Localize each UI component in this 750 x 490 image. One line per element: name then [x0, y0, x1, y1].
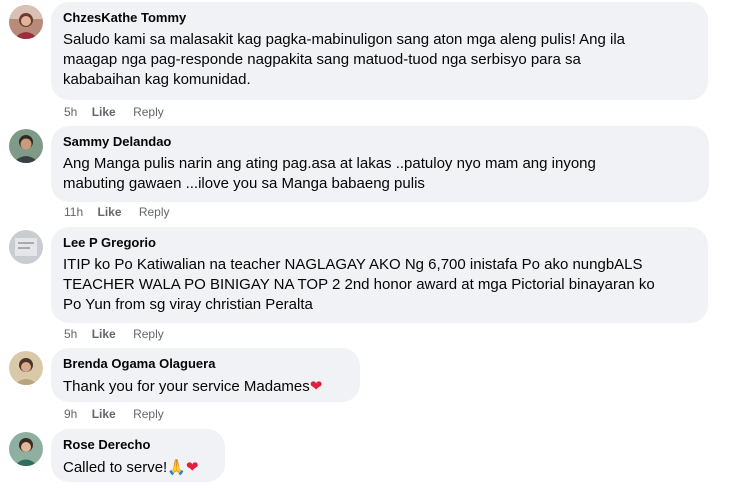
comment-timestamp[interactable]: 9h [64, 407, 77, 421]
comment-author[interactable]: ChzesKathe Tommy [63, 10, 696, 26]
comment-author[interactable]: Lee P Gregorio [63, 235, 696, 251]
reply-button[interactable]: Reply [139, 205, 170, 219]
avatar-photo-icon [9, 230, 43, 264]
avatar-photo-icon [9, 351, 43, 385]
comment-text: ITIP ko Po Katiwalian na teacher NAGLAGA… [63, 255, 696, 315]
reply-button[interactable]: Reply [133, 105, 164, 119]
avatar-photo-icon [9, 432, 43, 466]
comment-text-line: TEACHER WALA PO BINIGAY NA TOP 2 2nd hon… [63, 276, 655, 293]
comment-text-line: ITIP ko Po Katiwalian na teacher NAGLAGA… [63, 256, 643, 273]
comment: Brenda Ogama Olaguera Thank you for your… [0, 346, 750, 426]
comment-actions: 5h Like Reply [64, 327, 178, 341]
like-button[interactable]: Like [92, 105, 116, 119]
comment-bubble: Brenda Ogama Olaguera Thank you for your… [51, 348, 360, 402]
comment-bubble: ChzesKathe Tommy Saludo kami sa malasaki… [51, 2, 708, 100]
comment-timestamp[interactable]: 11h [64, 205, 83, 219]
comment-text-line: Called to serve! [63, 459, 168, 476]
reply-button[interactable]: Reply [133, 407, 164, 421]
comment-timestamp[interactable]: 5h [64, 105, 77, 119]
like-button[interactable]: Like [92, 407, 116, 421]
avatar-photo-icon [9, 5, 43, 39]
comment-text: Called to serve!🙏❤ [63, 457, 213, 478]
avatar-photo-icon [9, 129, 43, 163]
like-button[interactable]: Like [92, 327, 116, 341]
comment-text: Ang Manga pulis narin ang ating pag.asa … [63, 154, 697, 194]
comment-actions: 11h Like Reply [64, 205, 184, 219]
heart-emoji-icon: ❤ [309, 377, 323, 395]
heart-emoji-icon: ❤ [185, 458, 199, 476]
comment-text-line: kababaihan kag komunidad. [63, 71, 251, 88]
comment: Sammy Delandao Ang Manga pulis narin ang… [0, 124, 750, 219]
comment: Lee P Gregorio ITIP ko Po Katiwalian na … [0, 225, 750, 343]
comment-author[interactable]: Sammy Delandao [63, 134, 697, 150]
comment-bubble: Rose Derecho Called to serve!🙏❤ [51, 429, 225, 482]
comment-text-line: Ang Manga pulis narin ang ating pag.asa … [63, 155, 596, 172]
comment-text: Thank you for your service Madames❤ [63, 376, 348, 397]
comment-author[interactable]: Rose Derecho [63, 437, 213, 453]
comment-text-line: Saludo kami sa malasakit kag pagka-mabin… [63, 31, 626, 48]
comment: ChzesKathe Tommy Saludo kami sa malasaki… [0, 0, 750, 119]
avatar[interactable] [9, 230, 43, 264]
comment-bubble: Lee P Gregorio ITIP ko Po Katiwalian na … [51, 227, 708, 323]
comment-actions: 5h Like Reply [64, 105, 178, 119]
comment-author[interactable]: Brenda Ogama Olaguera [63, 356, 348, 372]
comment-text-line: Thank you for your service Madames [63, 378, 310, 395]
avatar[interactable] [9, 129, 43, 163]
comment: Rose Derecho Called to serve!🙏❤ [0, 427, 750, 490]
comment-text-line: maagap nga pag-responde nagpakita sang m… [63, 51, 581, 68]
avatar[interactable] [9, 432, 43, 466]
comment-actions: 9h Like Reply [64, 407, 178, 421]
comment-bubble: Sammy Delandao Ang Manga pulis narin ang… [51, 126, 709, 202]
comment-text-line: Po Yun from sg viray christian Peralta [63, 296, 313, 313]
comment-text: Saludo kami sa malasakit kag pagka-mabin… [63, 30, 696, 90]
reply-button[interactable]: Reply [133, 327, 164, 341]
comment-text-line: mabuting gawaen ...ilove you sa Manga ba… [63, 175, 425, 192]
praying-hands-emoji-icon: 🙏 [167, 458, 186, 476]
like-button[interactable]: Like [97, 205, 121, 219]
avatar[interactable] [9, 5, 43, 39]
comment-timestamp[interactable]: 5h [64, 327, 77, 341]
avatar[interactable] [9, 351, 43, 385]
